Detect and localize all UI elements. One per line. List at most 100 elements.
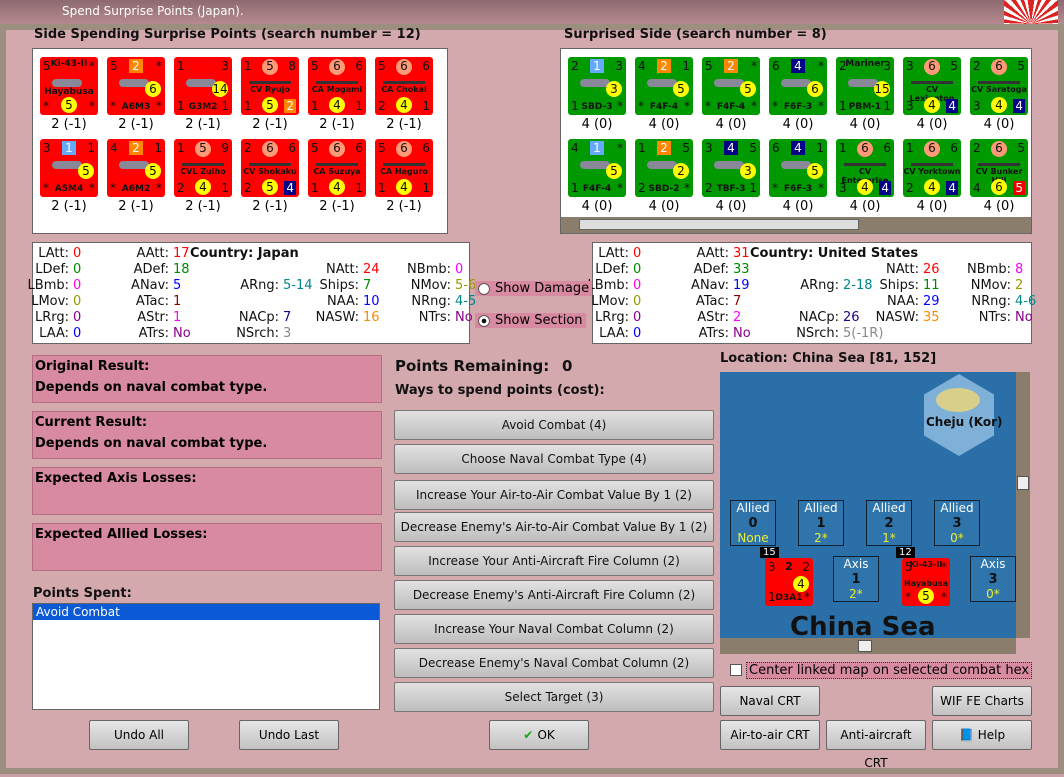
stat-item: LAA: 0 [3, 326, 103, 341]
unit-counter[interactable]: 2 6 6 CV Shokaku 2 5 4 [241, 139, 299, 197]
unit-counter[interactable]: 1 5 2 2 SBD-2 2 * [635, 139, 693, 197]
show-section-radio[interactable]: Show Section [475, 313, 586, 328]
stat-value: 7 [733, 294, 742, 309]
counter-tc: 6 [329, 141, 345, 157]
axis-box[interactable]: Axis 1 2* [833, 556, 879, 602]
counter-bc: 4 [329, 179, 345, 195]
radio-checked[interactable] [478, 314, 490, 327]
ship-icon [316, 81, 358, 84]
box-value: 0* [986, 587, 1000, 601]
axis-box[interactable]: Axis 3 0* [970, 556, 1016, 602]
counter-value: * [941, 560, 947, 574]
unit-counter[interactable]: 5 6 6 CA Suzuya 1 4 1 [308, 139, 366, 197]
spend-option-button[interactable]: Choose Naval Combat Type (4) [394, 444, 714, 474]
unit-counter[interactable]: 166CV Enterprise344 [836, 139, 894, 197]
counter-tc: 2 [129, 141, 143, 155]
map-counter-d3a1[interactable]: 322 4 1 D3A1 * [765, 558, 813, 606]
unit-counter[interactable]: 4 1 2 5 F4F-4 * * [635, 57, 693, 115]
stat-value: 26 [923, 262, 940, 277]
spend-option-button[interactable]: Decrease Enemy's Air-to-Air Combat Value… [394, 512, 714, 542]
stat-item: AAtt: 17 [103, 246, 203, 261]
ship-icon [978, 163, 1020, 166]
box-value: 2* [849, 587, 863, 601]
allied-box[interactable]: Allied 3 0* [934, 500, 980, 546]
map-vertical-scrollbar[interactable] [1016, 372, 1030, 638]
counter-bc: 4 [991, 97, 1007, 113]
stat-value: 3 [283, 326, 292, 341]
unit-counter[interactable]: 1 9 5 CVL Zuiho 2 4 1 [174, 139, 232, 197]
spend-option-button[interactable]: Select Target (3) [394, 682, 714, 712]
unit-counter[interactable]: 2 5 6 CV Saratoga 3 4 4 [970, 57, 1028, 115]
stat-label: ATrs: [138, 326, 169, 341]
allied-box[interactable]: Allied 0 None [730, 500, 776, 546]
spend-option-button[interactable]: Increase Your Air-to-Air Combat Value By… [394, 480, 714, 510]
unit-counter[interactable]: 5 * 2 5 F4F-4 * * [702, 57, 760, 115]
allied-box[interactable]: Allied 1 2* [798, 500, 844, 546]
spend-option-button[interactable]: Decrease Enemy's Naval Combat Column (2) [394, 648, 714, 678]
stat-label: NBmb: [967, 262, 1011, 277]
allied-box[interactable]: Allied 2 1* [866, 500, 912, 546]
unit-counter[interactable]: 3 1 1 5 A5M4 * * [40, 139, 98, 197]
stat-label: AAtt: [136, 246, 170, 261]
unit-counter[interactable]: 1 3 14 G3M2 1 1 [174, 57, 232, 115]
unit-counter[interactable]: 256CV Bunker Hill465 [970, 139, 1028, 197]
center-map-checkbox[interactable] [730, 664, 742, 676]
stat-label: LMov: [591, 294, 629, 309]
list-item[interactable]: Avoid Combat [33, 604, 379, 620]
counter-tl: 5 [378, 141, 386, 155]
counter-tr: 6 [355, 59, 363, 73]
unit-counter[interactable]: 2 3 1 3 SBD-3 1 * [568, 57, 626, 115]
spend-option-button[interactable]: Avoid Combat (4) [394, 410, 714, 440]
counter-tl: 1 [638, 141, 646, 155]
undo-all-button[interactable]: Undo All [89, 720, 189, 750]
counter-tr: 5 [749, 141, 757, 155]
wif-charts-button[interactable]: WIF FE Charts [932, 686, 1032, 716]
unit-counter[interactable]: 1 6 6 CV Yorktown 2 4 4 [903, 139, 961, 197]
undo-last-button[interactable]: Undo Last [239, 720, 339, 750]
unit-counter[interactable]: 1 8 5 CV Ryujo 1 5 2 [241, 57, 299, 115]
help-button[interactable]: 📘 Help [932, 720, 1032, 750]
unit-counter[interactable]: 4 1 2 5 A6M2 * * [107, 139, 165, 197]
ship-icon [182, 163, 224, 166]
unit-counter[interactable]: 356CV Lexington344 [903, 57, 961, 115]
counter-tr: * [818, 59, 824, 73]
unit-counter[interactable]: 6 * 4 6 F6F-3 * * [769, 57, 827, 115]
map-horizontal-scrollbar[interactable] [720, 638, 1016, 654]
combat-map[interactable]: Cheju (Kor) Allied 0 None Allied 1 2* Allied 2 1… [720, 372, 1016, 638]
ok-button[interactable]: ✔ OK [489, 720, 589, 750]
anti-aircraft-crt-button[interactable]: Anti-aircraft CRT [826, 720, 926, 770]
unit-counter[interactable]: 5 6 6 CA Haguro 1 4 1 [375, 139, 433, 197]
counter-surprise-value: 2 (-1) [252, 199, 288, 214]
points-spent-list[interactable]: Avoid Combat [32, 603, 380, 710]
counter-tl: 5 [110, 59, 118, 73]
ship-icon [844, 163, 886, 166]
unit-counter[interactable]: 3 5 4 3 TBF-3 2 1 [702, 139, 760, 197]
counter-bl: 1 [378, 181, 386, 195]
counter-surprise-value: 4 (0) [849, 199, 881, 214]
show-damage-radio[interactable]: Show Damage [475, 281, 593, 296]
unit-counter[interactable]: 5 6 6 CA Mogami 1 4 1 [308, 57, 366, 115]
scroll-thumb[interactable] [1017, 476, 1029, 490]
radio-unchecked[interactable] [478, 282, 490, 295]
naval-crt-button[interactable]: Naval CRT [720, 686, 820, 716]
stat-label: AStr: [137, 310, 169, 325]
unit-counter[interactable]: 4 * 1 5 F4F-4 1 * [568, 139, 626, 197]
counter-value: * [941, 590, 947, 604]
map-counter-ki43[interactable]: 5 Ki-43-II * Hayabusa * 5 * [902, 558, 950, 606]
unit-counter[interactable]: 5 * 2 6 A6M3 * * [107, 57, 165, 115]
unit-counter[interactable]: 5 6 6 CA Chokai 2 4 1 [375, 57, 433, 115]
stat-label: ANav: [691, 278, 729, 293]
spend-option-button[interactable]: Increase Your Naval Combat Column (2) [394, 614, 714, 644]
unit-counter[interactable]: 5 * Ki-43-II Hayabusa * 5 * [40, 57, 98, 115]
counter-br: 1 [749, 181, 757, 195]
spend-option-button[interactable]: Decrease Enemy's Anti-Aircraft Fire Colu… [394, 580, 714, 610]
spend-option-button[interactable]: Increase Your Anti-Aircraft Fire Column … [394, 546, 714, 576]
stack-count: 12 [896, 547, 915, 558]
horizontal-scrollbar[interactable] [561, 217, 1031, 233]
air-to-air-crt-button[interactable]: Air-to-air CRT [720, 720, 820, 750]
unit-counter[interactable]: 2 3 Mariner 15 PBM-1 1 1 [836, 57, 894, 115]
scroll-thumb[interactable] [858, 640, 872, 652]
scroll-thumb[interactable] [579, 219, 859, 230]
unit-counter[interactable]: 6 1 4 5 F6F-3 * * [769, 139, 827, 197]
island-icon [936, 388, 980, 412]
